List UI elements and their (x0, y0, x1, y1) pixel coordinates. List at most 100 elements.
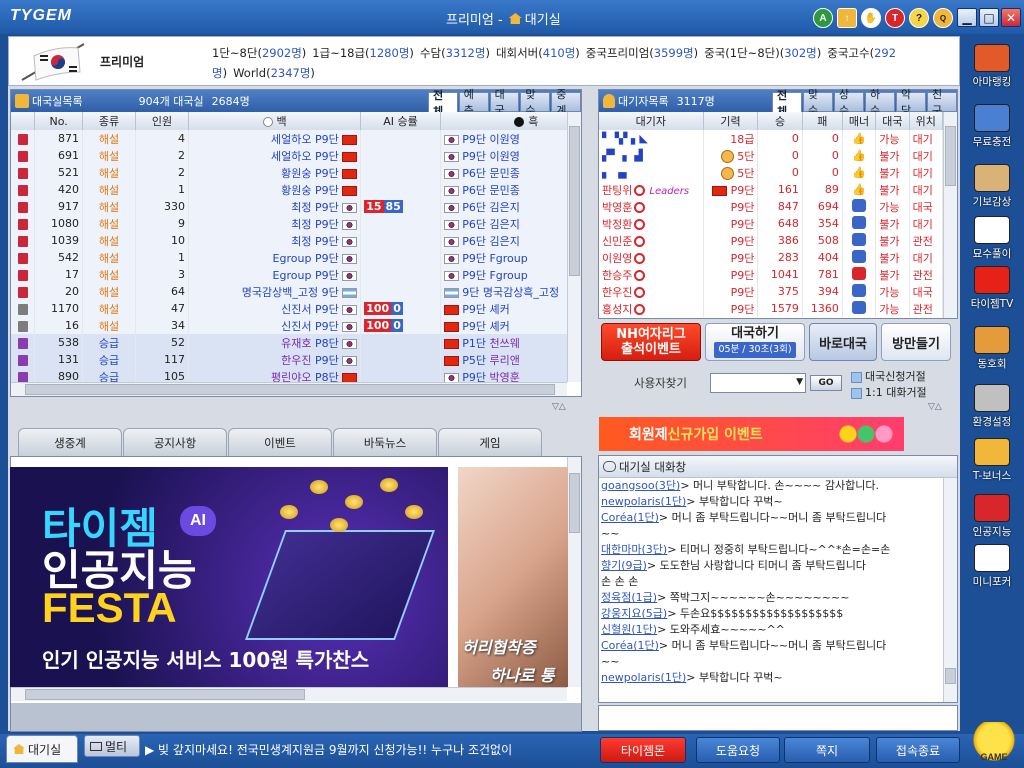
hint-icon[interactable]: ? (909, 8, 929, 28)
chat-input[interactable] (598, 705, 958, 731)
room-row[interactable]: 420해설1황원숭 P9단 P6단 문민종초반타입 (11, 181, 567, 198)
chat-user[interactable]: 정육점(1급) (601, 591, 657, 604)
tab-0[interactable]: 전체 (428, 89, 458, 118)
news-scrollbar[interactable] (567, 457, 581, 687)
signup-promo-banner[interactable]: 회원제 신규가입 이벤트 (599, 417, 904, 451)
tab-1[interactable]: 예측 (458, 88, 489, 117)
side-item-katago[interactable]: 인공지능 (966, 494, 1018, 539)
tab-4[interactable]: 중계 (551, 88, 581, 117)
col-header[interactable]: 승 (757, 112, 803, 130)
tab-3[interactable]: 하수 (865, 88, 895, 117)
t-icon[interactable]: T (885, 8, 905, 28)
side-item-board[interactable]: 기보감상 (966, 164, 1018, 209)
news-tab-4[interactable]: 게임 (438, 428, 542, 456)
server-stat[interactable]: 1단~8단(2902명) (212, 46, 306, 60)
col-header[interactable]: 대국 (875, 112, 910, 130)
col-header[interactable]: 기력 (703, 112, 759, 130)
col-header[interactable]: 위치 (909, 112, 943, 130)
room-row[interactable]: 16해설34신진서 P9단 1000 P9단 셰커종료제9 (11, 317, 567, 334)
server-stat[interactable]: World(2347명) (233, 66, 315, 80)
col-header[interactable]: 인원 (135, 112, 189, 130)
waiting-row[interactable]: ▖ ▗▖ 5단 0 0 👍 불가 대기 (599, 164, 943, 181)
go-stone-icon[interactable]: ✋ (861, 8, 881, 28)
chat-scrollbar[interactable] (943, 478, 957, 702)
room-row[interactable]: 20해설64명국감상백_고정 9단 9단 명국감상흑_고정초반★당 (11, 283, 567, 300)
maximize-button[interactable]: □ (979, 8, 999, 27)
game-icon[interactable]: GAME (972, 722, 1016, 762)
tab-4[interactable]: 악당 (896, 88, 926, 117)
room-row[interactable]: 890승급105평린야오 P8단 P9단 박영훈중반프리 (11, 368, 567, 382)
quiz-icon[interactable]: Q (933, 8, 953, 28)
reject-challenge-checkbox[interactable]: 대국신청거절 (851, 368, 926, 384)
chat-user[interactable]: 강웅지요(5급) (601, 607, 667, 620)
nh-event-button[interactable]: NH여자리그 출석이벤트 (601, 323, 701, 361)
chat-user[interactable]: newpolaris(1단) (601, 495, 686, 508)
waiting-row[interactable]: ▞▘ ▖ ▟ 5단 0 0 👍 불가 대기 (599, 147, 943, 164)
minimize-button[interactable]: ▁ (957, 8, 977, 27)
news-tab-2[interactable]: 이벤트 (228, 428, 332, 456)
side-item-game[interactable]: 아마랭킹 (966, 44, 1018, 89)
room-row[interactable]: 521해설2황원숭 P9단 P6단 문민종초반타입 (11, 164, 567, 181)
tab-1[interactable]: 맞수 (803, 88, 833, 117)
room-row[interactable]: 538승급52유재호 P8단 P1단 천쓰웨3구간프리 (11, 334, 567, 351)
server-stat[interactable]: 수담(3312명) (420, 46, 490, 60)
chat-user[interactable]: goangsoo(3단) (601, 479, 680, 492)
tab-2[interactable]: 대국 (489, 88, 520, 117)
col-header[interactable]: 종류 (82, 112, 137, 130)
side-item-club[interactable]: 동호회 (966, 326, 1018, 371)
collapse-arrows-right[interactable]: ▽△ (928, 402, 942, 412)
ranking-icon[interactable]: A (813, 8, 833, 28)
tab-5[interactable]: 친구 (927, 88, 957, 117)
close-button[interactable]: ✕ (1001, 8, 1021, 27)
tab-waiting-room[interactable]: 대기실 (6, 735, 78, 763)
room-row[interactable]: 17해설3Egroup P9단 P9단 Fgroup중반기E (11, 266, 567, 283)
room-row[interactable]: 542해설1Egroup P9단 P9단 Fgroup중반기E (11, 249, 567, 266)
room-list-scrollbar[interactable] (567, 112, 581, 382)
waiting-row[interactable]: 홍성지 P9단 1579 1360 가능 관전 (599, 300, 943, 317)
bottom-button-0[interactable]: 타이젬몬 (600, 737, 686, 763)
waiting-row[interactable]: 박영훈 P9단 847 694 가능 대국 (599, 198, 943, 215)
room-list-hscroll[interactable] (11, 382, 567, 396)
col-header[interactable]: AI 승률 (360, 112, 441, 130)
tab-multi[interactable]: 멀티 (84, 735, 140, 757)
server-stat[interactable]: 대회서버(410명) (496, 46, 580, 60)
col-header[interactable]: 흑 (440, 112, 567, 130)
col-header[interactable]: 대기자 (599, 112, 704, 130)
go-button[interactable]: GO (810, 375, 842, 391)
room-row[interactable]: 691해설2세얼하오 P9단 P9단 이원영초반타입 (11, 147, 567, 164)
news-tab-1[interactable]: 공지사항 (123, 428, 227, 456)
side-item-coin[interactable]: 무료충전 (966, 104, 1018, 149)
side-item-poker[interactable]: 미니포커 (966, 544, 1018, 589)
news-tab-3[interactable]: 바둑뉴스 (333, 428, 437, 456)
col-header[interactable]: 매너 (842, 112, 877, 130)
room-row[interactable]: 1080해설9최정 P9단 P6단 김은지중반IBK (11, 215, 567, 232)
waiting-scrollbar[interactable] (943, 112, 957, 318)
tab-2[interactable]: 상수 (834, 88, 864, 117)
waiting-row[interactable]: 박정환 P9단 648 354 불가 대기 (599, 215, 943, 232)
waiting-row[interactable]: 한승주 P9단 1041 781 불가 관전 (599, 266, 943, 283)
dropdown-arrow-icon[interactable]: ▼ (796, 377, 803, 387)
col-header[interactable]: No. (34, 112, 84, 130)
waiting-row[interactable]: 한우진 P9단 375 394 가능 대국 (599, 283, 943, 300)
tab-3[interactable]: 맞수 (520, 88, 551, 117)
side-item-settings[interactable]: 환경설정 (966, 384, 1018, 429)
bottom-button-3[interactable]: 접속종료 (876, 737, 960, 763)
collapse-arrows[interactable]: ▽△ (552, 402, 566, 412)
chat-user[interactable]: Coréa(1단) (601, 511, 659, 524)
server-stat[interactable]: 1급~18급(1280명) (312, 46, 414, 60)
reject-chat-checkbox[interactable]: 1:1 대화거절 (851, 384, 927, 400)
rank-icon[interactable]: ↑ (837, 8, 857, 28)
waiting-row[interactable]: 신민준 P9단 386 508 불가 관전 (599, 232, 943, 249)
col-header[interactable]: 패 (802, 112, 843, 130)
make-room-button[interactable]: 방만들기 (881, 323, 951, 361)
room-row[interactable]: 917해설330최정 P9단 1585 P6단 김은지4구간IBK (11, 198, 567, 215)
news-tab-0[interactable]: 생중계 (18, 428, 122, 456)
user-search-input[interactable]: ▼ (710, 373, 806, 393)
bottom-button-2[interactable]: 쪽지 (784, 737, 870, 763)
tab-0[interactable]: 전체 (772, 89, 802, 118)
server-stat[interactable]: 중국(1단~8단)(302명) (704, 46, 821, 60)
server-stat[interactable]: 중국프리미엄(3599명) (586, 46, 698, 60)
challenge-button[interactable]: 대국하기 05분 / 30초(3회) (705, 323, 805, 361)
chat-user[interactable]: 대한마마(3단) (601, 543, 667, 556)
room-row[interactable]: 871해설4세얼하오 P9단 P9단 이원영초반타입 (11, 130, 567, 147)
